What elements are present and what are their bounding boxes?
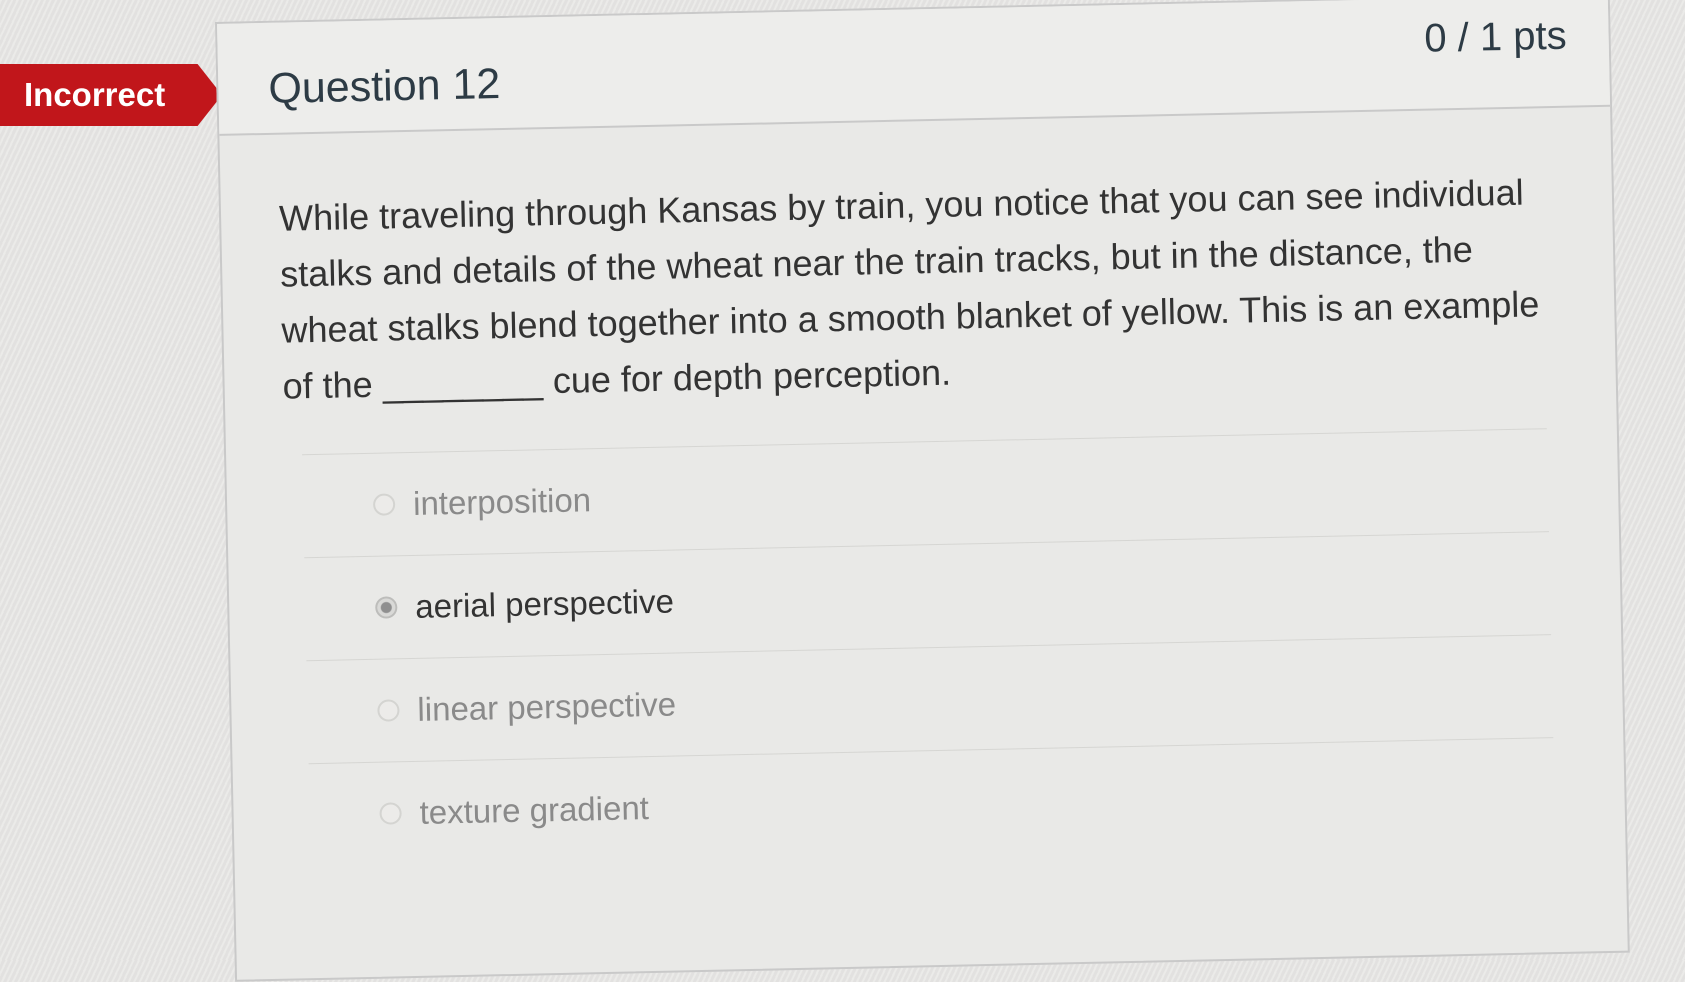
answer-label: interposition: [412, 481, 592, 522]
question-body: While traveling through Kansas by train,…: [219, 107, 1625, 868]
answer-label: texture gradient: [419, 789, 650, 831]
answer-list: interposition aerial perspective linear …: [302, 428, 1556, 867]
question-title: Question 12: [267, 60, 501, 113]
question-card: Question 12 0 / 1 pts While traveling th…: [215, 0, 1630, 982]
answer-label: linear perspective: [417, 685, 677, 728]
incorrect-badge: Incorrect: [0, 64, 222, 126]
radio-button-icon[interactable]: [372, 493, 396, 516]
answer-label: aerial perspective: [414, 582, 675, 625]
radio-button-icon[interactable]: [379, 802, 402, 825]
question-text: While traveling through Kansas by train,…: [278, 171, 1540, 407]
question-points: 0 / 1 pts: [1423, 13, 1568, 61]
radio-button-icon[interactable]: [377, 699, 400, 722]
radio-button-selected-icon[interactable]: [375, 596, 398, 619]
